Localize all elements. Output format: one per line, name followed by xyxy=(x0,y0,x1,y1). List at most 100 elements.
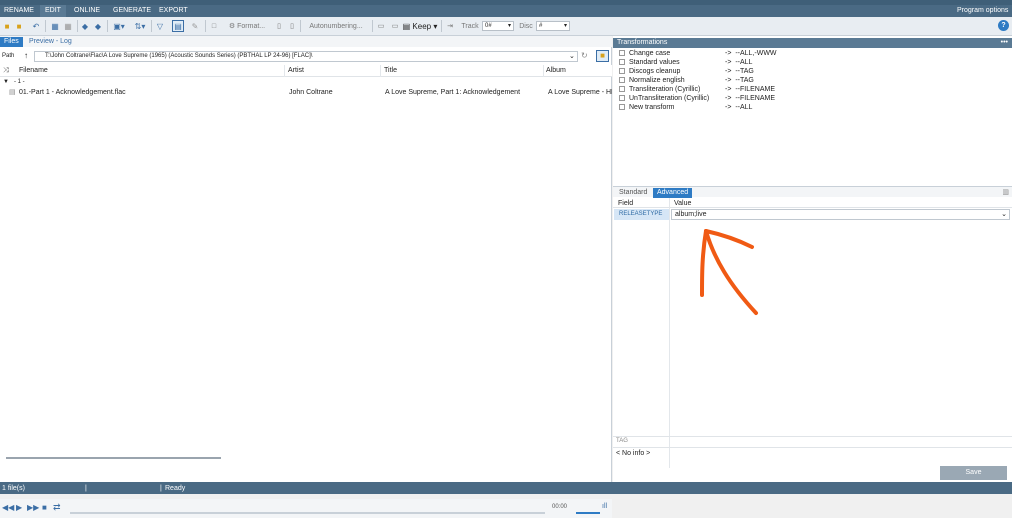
merge-icon[interactable]: ▭ xyxy=(390,20,400,32)
undo-icon[interactable]: ↶ xyxy=(31,20,41,32)
exit-icon[interactable]: ⇥ xyxy=(445,20,455,32)
collapse-triangle-icon[interactable]: ▼ xyxy=(3,79,9,85)
field-header: Field xyxy=(618,200,634,207)
seek-bar[interactable] xyxy=(70,512,545,514)
player-time: 00:00 xyxy=(552,504,568,510)
document-icon[interactable]: ▯ xyxy=(274,20,284,32)
menu-rename[interactable]: RENAME xyxy=(2,7,36,15)
program-options-link[interactable]: Program options xyxy=(955,7,1010,15)
toolbar-divider xyxy=(205,20,206,32)
column-divider[interactable] xyxy=(380,65,381,77)
path-input[interactable]: T:\John Coltrane\Flac\A Love Supreme (19… xyxy=(34,51,578,62)
transform-target: -> --TAG xyxy=(725,76,754,85)
transform-item[interactable]: Transliteration (Cyrillic) -> --FILENAME xyxy=(619,85,775,94)
autonumbering-button[interactable]: Autonumbering... xyxy=(303,20,369,32)
checkbox[interactable] xyxy=(619,77,625,83)
save-button[interactable]: Save xyxy=(940,466,1007,480)
rewind-icon[interactable]: ◀◀ xyxy=(2,503,14,512)
browse-folder-icon[interactable]: ■ xyxy=(596,50,609,62)
repeat-icon[interactable]: ⇄ xyxy=(53,502,61,513)
value-header: Value xyxy=(674,200,692,207)
transform-item[interactable]: Discogs cleanup -> --TAG xyxy=(619,67,754,76)
up-arrow-icon[interactable]: ↑ xyxy=(24,51,28,60)
toolbar-divider xyxy=(107,20,108,32)
format-tool-icon[interactable]: □ xyxy=(209,20,219,32)
track-select[interactable]: 0# ▾ xyxy=(482,21,514,31)
track-value: 0# xyxy=(485,23,492,29)
menu-export[interactable]: EXPORT xyxy=(157,7,190,15)
transform-item[interactable]: UnTransliteration (Cyrillic) -> --FILENAM… xyxy=(619,94,775,103)
column-artist[interactable]: Artist xyxy=(288,67,304,75)
column-title[interactable]: Title xyxy=(384,67,397,75)
transform-item[interactable]: Normalize english -> --TAG xyxy=(619,76,754,85)
sort-dropdown-icon[interactable]: ⇅▾ xyxy=(132,20,148,32)
help-icon[interactable]: ? xyxy=(998,20,1009,31)
checkbox[interactable] xyxy=(619,95,625,101)
group-header[interactable]: ▼ - 1 - xyxy=(0,78,612,87)
column-divider[interactable] xyxy=(284,65,285,77)
volume-icon[interactable]: ıll xyxy=(602,503,607,510)
stop-icon[interactable]: ■ xyxy=(42,503,47,512)
tag-panel-toggle-icon[interactable]: ▤ xyxy=(172,20,184,32)
checkbox[interactable] xyxy=(619,104,625,110)
arrow-glyph: -> xyxy=(725,59,732,66)
format-button[interactable]: ⚙ Format... xyxy=(227,20,267,32)
tab-preview-log[interactable]: Preview - Log xyxy=(25,37,76,47)
keep-label: Keep xyxy=(412,21,432,31)
toolbar-divider xyxy=(300,20,301,32)
play-icon[interactable]: ▶ xyxy=(16,503,22,512)
move-up-icon[interactable]: ◆ xyxy=(80,20,90,32)
move-down-icon[interactable]: ◆ xyxy=(93,20,103,32)
split-icon[interactable]: ▭ xyxy=(376,20,386,32)
shuffle-icon[interactable]: ⤨ xyxy=(3,67,9,75)
fast-forward-icon[interactable]: ▶▶ xyxy=(27,503,39,512)
disc-label: Disc xyxy=(519,22,533,30)
column-album[interactable]: Album xyxy=(546,67,566,75)
menu-edit[interactable]: EDIT xyxy=(40,5,66,17)
rename-tool-icon[interactable]: ✎ xyxy=(190,20,200,32)
checkbox[interactable] xyxy=(619,68,625,74)
chevron-down-icon[interactable]: ⌄ xyxy=(569,52,575,60)
volume-slider[interactable] xyxy=(576,512,600,514)
tab-standard[interactable]: Standard xyxy=(615,188,651,198)
disc-select[interactable]: # ▾ xyxy=(536,21,570,31)
filter-icon[interactable]: ▽ xyxy=(155,20,165,32)
status-text: Ready xyxy=(165,485,186,492)
cell-album: A Love Supreme - HD xyxy=(548,89,612,96)
tab-advanced[interactable]: Advanced xyxy=(653,188,693,198)
chevron-down-icon[interactable]: ⌄ xyxy=(1001,210,1007,219)
transform-item[interactable]: Standard values -> --ALL xyxy=(619,58,752,67)
grid-alt-icon[interactable]: ▦ xyxy=(63,20,73,32)
table-row[interactable]: ▤ 01.-Part 1 - Acknowledgement.flac John… xyxy=(0,87,612,98)
keep-dropdown[interactable]: ▤ Keep ▾ xyxy=(403,20,438,32)
menu-generate[interactable]: GENERATE xyxy=(111,7,153,15)
transform-item[interactable]: Change case -> --ALL,-WWW xyxy=(619,49,777,58)
tag-editor-tabs: Standard Advanced ▥ xyxy=(613,186,1012,198)
document-alt-icon[interactable]: ▯ xyxy=(287,20,297,32)
column-filename[interactable]: Filename xyxy=(19,67,48,75)
field-row[interactable]: RELEASETYPE album;live ⌄ xyxy=(613,209,1012,220)
path-label: Path xyxy=(2,53,15,59)
checkbox[interactable] xyxy=(619,50,625,56)
transform-target: -> --FILENAME xyxy=(725,85,775,94)
open-folder-icon[interactable]: ■ xyxy=(2,20,12,32)
cell-title: A Love Supreme, Part 1: Acknowledgement xyxy=(385,89,521,96)
panel-toggle-icon[interactable]: ▥ xyxy=(1002,188,1009,196)
chevron-down-icon: ▾ xyxy=(563,23,567,29)
menu-online[interactable]: ONLINE xyxy=(72,7,102,15)
field-name[interactable]: RELEASETYPE xyxy=(614,209,669,220)
select-dropdown-icon[interactable]: ▣▾ xyxy=(111,20,127,32)
add-folder-icon[interactable]: ■ xyxy=(14,20,24,32)
checkbox[interactable] xyxy=(619,59,625,65)
checkbox[interactable] xyxy=(619,86,625,92)
refresh-icon[interactable]: ↻ xyxy=(581,51,588,60)
tab-files[interactable]: Files xyxy=(0,37,23,47)
column-divider[interactable] xyxy=(543,65,544,77)
horizontal-scrollbar[interactable] xyxy=(6,457,221,459)
value-input[interactable]: album;live ⌄ xyxy=(671,209,1010,220)
transform-item[interactable]: New transform -> --ALL xyxy=(619,103,752,112)
transform-target: -> --ALL,-WWW xyxy=(725,49,777,58)
grid-view-icon[interactable]: ▦ xyxy=(50,20,60,32)
more-options-icon[interactable]: ••• xyxy=(1001,38,1008,48)
annotation-arrow xyxy=(700,229,758,315)
